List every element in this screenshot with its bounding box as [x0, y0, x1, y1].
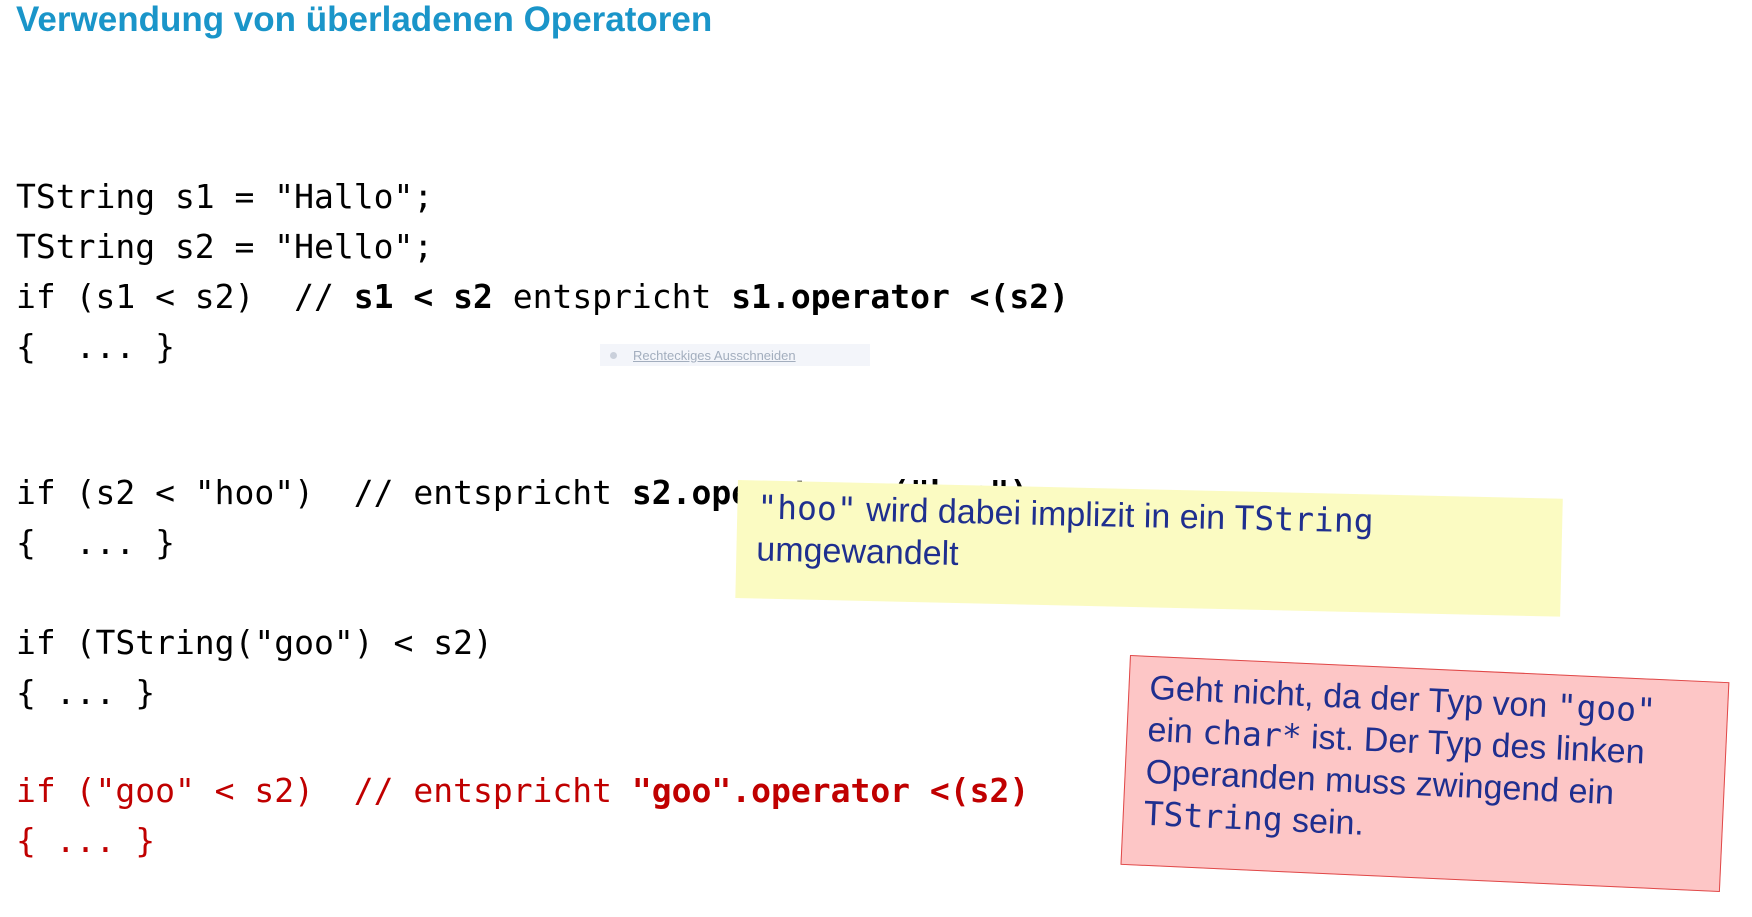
code-bold-text: "goo".operator <(s2) — [631, 771, 1030, 810]
note-code: "hoo" — [756, 487, 858, 529]
code-line: TString s1 = "Hallo"; — [16, 177, 434, 216]
code-line: if (s1 < s2) // s1 < s2 entspricht s1.op… — [16, 272, 1069, 322]
snip-mode-icon — [610, 351, 617, 359]
code-text: if (s2 < "hoo") // entspricht — [16, 473, 632, 512]
note-text: wird dabei implizit in ein — [856, 490, 1235, 538]
note-code: TString — [1142, 793, 1284, 840]
code-line: if ("goo" < s2) // entspricht "goo".oper… — [16, 766, 1029, 816]
implicit-conversion-note: "hoo" wird dabei implizit in ein TString… — [735, 480, 1563, 617]
error-explanation-note: Geht nicht, da der Typ von "goo" ein cha… — [1120, 655, 1730, 893]
code-line: { ... } — [16, 673, 156, 712]
code-line: { ... } — [16, 327, 175, 366]
page-title: Verwendung von überladenen Operatoren — [16, 0, 713, 39]
code-text: if ("goo" < s2) // entspricht — [16, 771, 632, 810]
note-text: sein. — [1281, 801, 1365, 843]
note-code: TString — [1234, 498, 1375, 541]
code-line: if (TString("goo") < s2) — [16, 623, 493, 662]
note-code: char* — [1201, 712, 1303, 756]
note-code: "goo" — [1555, 686, 1657, 730]
code-block-4-error: if ("goo" < s2) // entspricht "goo".oper… — [16, 716, 1029, 916]
code-line: { ... } — [16, 821, 156, 860]
snip-tool-overlay: Rechteckiges Ausschneiden — [600, 344, 870, 366]
code-line: TString s2 = "Hello"; — [16, 227, 434, 266]
note-text: ein — [1146, 710, 1204, 752]
code-bold-text: s1 < s2 — [353, 277, 493, 316]
snip-mode-label: Rechteckiges Ausschneiden — [633, 347, 796, 363]
code-text: entspricht — [492, 277, 732, 316]
code-block-1: TString s1 = "Hallo"; TString s2 = "Hello… — [16, 122, 1069, 422]
code-bold-text: s1.operator <(s2) — [731, 277, 1070, 316]
code-text: if (s1 < s2) // — [16, 277, 354, 316]
